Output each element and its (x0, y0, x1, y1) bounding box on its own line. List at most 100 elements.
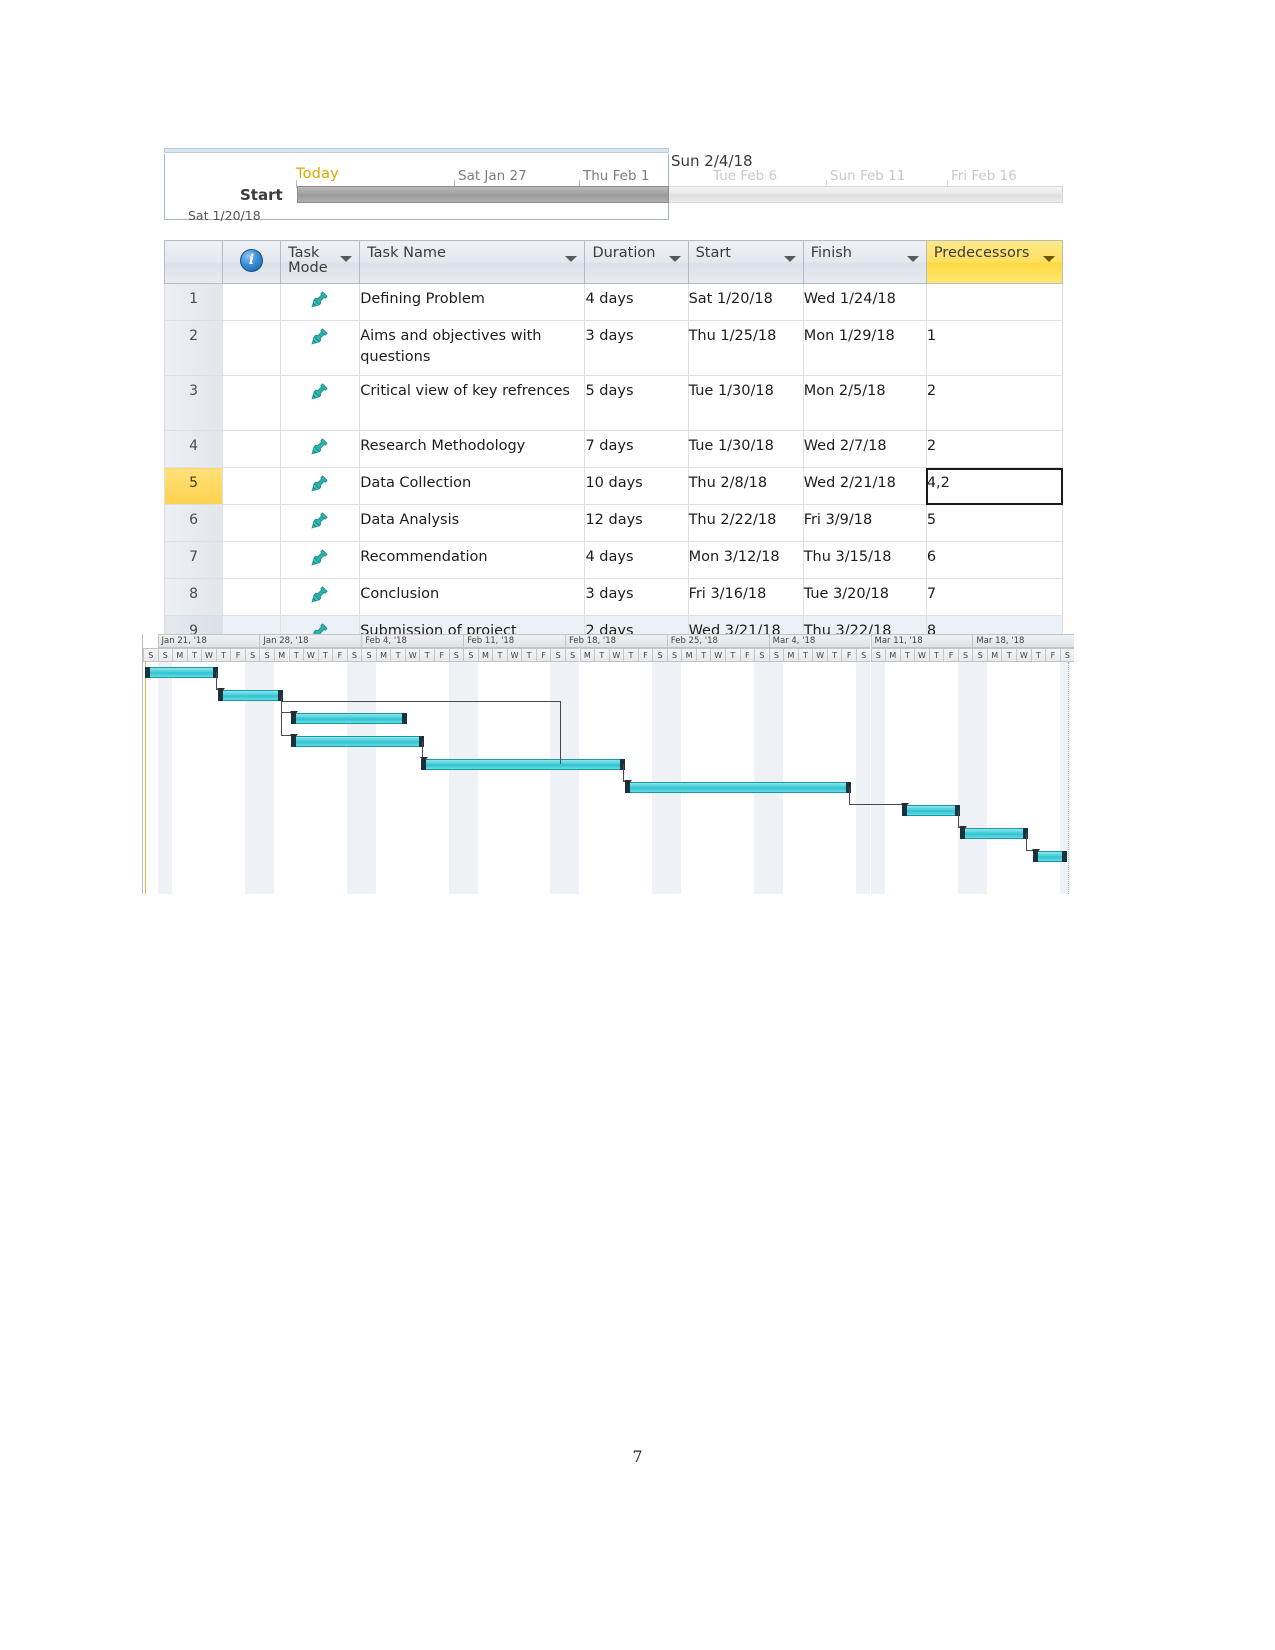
duration-cell[interactable]: 7 days (584, 430, 689, 469)
start-date-cell[interactable]: Thu 2/22/18 (687, 504, 804, 543)
indicator-cell[interactable] (222, 467, 282, 506)
chevron-down-icon[interactable] (565, 256, 578, 262)
finish-date-cell[interactable]: Mon 1/29/18 (802, 320, 927, 377)
column-header-finish[interactable]: Finish (802, 240, 927, 284)
finish-date-cell[interactable]: Wed 1/24/18 (802, 282, 927, 322)
task-name-cell[interactable]: Data Analysis (359, 504, 586, 543)
finish-date-cell[interactable]: Mon 2/5/18 (802, 375, 927, 432)
indicator-cell[interactable] (222, 430, 282, 469)
duration-cell[interactable]: 4 days (584, 282, 689, 322)
task-name-cell[interactable]: Data Collection (359, 467, 586, 506)
timeline-progress-bar (297, 186, 669, 203)
gantt-day-cell: M (681, 648, 696, 662)
predecessors-cell[interactable]: 2 (925, 375, 1064, 432)
predecessors-cell[interactable]: 6 (925, 541, 1064, 580)
task-mode-cell[interactable] (280, 541, 361, 580)
task-mode-cell[interactable] (280, 282, 361, 322)
chevron-down-icon[interactable] (1043, 256, 1055, 262)
indicator-cell[interactable] (222, 541, 282, 580)
start-date-cell[interactable]: Sat 1/20/18 (687, 282, 804, 322)
table-row[interactable]: 2 Aims and objectives with questions 3 day… (163, 320, 1064, 377)
table-row[interactable]: 7 Recommendation 4 days Mon 3/12/18 Thu 3/15… (163, 541, 1064, 580)
row-number-cell[interactable]: 8 (163, 578, 224, 617)
gantt-task-bar[interactable] (290, 736, 425, 747)
column-header-task-name[interactable]: Task Name (359, 240, 586, 284)
start-date-cell[interactable]: Tue 1/30/18 (687, 375, 804, 432)
task-name-cell[interactable]: Aims and objectives with questions (359, 320, 586, 377)
column-header-row-number[interactable] (163, 240, 224, 284)
task-name-cell[interactable]: Recommendation (359, 541, 586, 580)
duration-cell[interactable]: 3 days (584, 578, 689, 617)
finish-date-cell[interactable]: Thu 3/15/18 (802, 541, 927, 580)
gantt-task-bar[interactable] (959, 828, 1029, 839)
finish-date-cell[interactable]: Fri 3/9/18 (802, 504, 927, 543)
task-name-cell[interactable]: Critical view of key refrences (359, 375, 586, 432)
task-mode-cell[interactable] (280, 430, 361, 469)
start-date-cell[interactable]: Thu 1/25/18 (687, 320, 804, 377)
task-name-cell[interactable]: Defining Problem (359, 282, 586, 322)
predecessors-cell[interactable] (925, 282, 1064, 322)
predecessors-cell[interactable]: 7 (925, 578, 1064, 617)
predecessors-cell[interactable]: 1 (925, 320, 1064, 377)
row-number-cell[interactable]: 6 (163, 504, 224, 543)
row-number-cell[interactable]: 5 (163, 467, 224, 506)
duration-cell[interactable]: 4 days (584, 541, 689, 580)
gantt-task-bar[interactable] (421, 759, 626, 770)
duration-cell[interactable]: 12 days (584, 504, 689, 543)
predecessors-cell[interactable]: 5 (925, 504, 1064, 543)
row-number-cell[interactable]: 2 (163, 320, 224, 377)
chevron-down-icon[interactable] (668, 256, 681, 262)
indicator-cell[interactable] (222, 578, 282, 617)
task-mode-cell[interactable] (280, 467, 361, 506)
timeline-today-label: Today (296, 166, 339, 182)
table-row[interactable]: 3 Critical view of key refrences 5 days Tue… (163, 375, 1064, 432)
start-date-cell[interactable]: Tue 1/30/18 (687, 430, 804, 469)
table-row[interactable]: 1 Defining Problem 4 days Sat 1/20/18 Wed 1/… (163, 282, 1064, 322)
column-header-duration[interactable]: Duration (584, 240, 689, 284)
timeline-remaining-bar (669, 186, 1063, 203)
gantt-task-bar[interactable] (145, 667, 218, 678)
gantt-task-bar[interactable] (290, 713, 408, 724)
row-number-cell[interactable]: 7 (163, 541, 224, 580)
row-number-cell[interactable]: 1 (163, 282, 224, 322)
column-header-start[interactable]: Start (687, 240, 804, 284)
task-mode-cell[interactable] (280, 375, 361, 432)
duration-cell[interactable]: 10 days (584, 467, 689, 506)
table-row[interactable]: 8 Conclusion 3 days Fri 3/16/18 Tue 3/20/18 7 (163, 578, 1064, 617)
table-row[interactable]: 6 Data Analysis 12 days Thu 2/22/18 Fri 3/9/… (163, 504, 1064, 543)
table-row[interactable]: 4 Research Methodology 7 days Tue 1/30/18 We… (163, 430, 1064, 469)
column-header-predecessors[interactable]: Predecessors (925, 240, 1064, 284)
gantt-task-bar[interactable] (217, 690, 284, 701)
gantt-day-cell: F (943, 648, 958, 662)
indicator-cell[interactable] (222, 282, 282, 322)
gantt-task-bar[interactable] (625, 782, 851, 793)
predecessors-cell[interactable]: 2 (925, 430, 1064, 469)
finish-date-cell[interactable]: Tue 3/20/18 (802, 578, 927, 617)
task-mode-cell[interactable] (280, 504, 361, 543)
duration-cell[interactable]: 3 days (584, 320, 689, 377)
column-header-task-mode[interactable]: Task Mode (280, 240, 361, 284)
chevron-down-icon[interactable] (340, 256, 353, 262)
chevron-down-icon[interactable] (783, 256, 796, 262)
chevron-down-icon[interactable] (906, 256, 919, 262)
task-name-cell[interactable]: Conclusion (359, 578, 586, 617)
column-header-indicators[interactable]: i (222, 240, 282, 284)
task-mode-cell[interactable] (280, 578, 361, 617)
indicator-cell[interactable] (222, 375, 282, 432)
start-date-cell[interactable]: Mon 3/12/18 (687, 541, 804, 580)
indicator-cell[interactable] (222, 504, 282, 543)
start-date-cell[interactable]: Thu 2/8/18 (687, 467, 804, 506)
task-mode-cell[interactable] (280, 320, 361, 377)
row-number-cell[interactable]: 4 (163, 430, 224, 469)
gantt-task-bar[interactable] (901, 805, 960, 816)
predecessors-cell[interactable]: 4,2 (925, 467, 1064, 506)
table-row[interactable]: 5 Data Collection 10 days Thu 2/8/18 Wed 2/2… (163, 467, 1064, 506)
finish-date-cell[interactable]: Wed 2/21/18 (802, 467, 927, 506)
indicator-cell[interactable] (222, 320, 282, 377)
start-date-cell[interactable]: Fri 3/16/18 (687, 578, 804, 617)
duration-cell[interactable]: 5 days (584, 375, 689, 432)
row-number-cell[interactable]: 3 (163, 375, 224, 432)
finish-date-cell[interactable]: Wed 2/7/18 (802, 430, 927, 469)
task-name-cell[interactable]: Research Methodology (359, 430, 586, 469)
gantt-day-cell: M (172, 648, 187, 662)
